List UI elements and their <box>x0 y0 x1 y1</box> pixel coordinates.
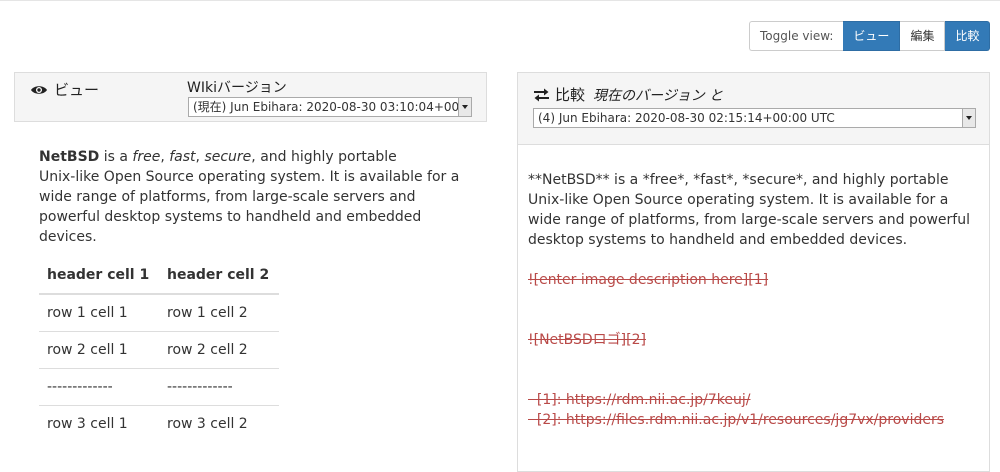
swap-arrows-icon <box>533 88 550 102</box>
para-line: Unix-like Open Source operating system. … <box>39 169 460 185</box>
table-row: row 1 cell 1 row 1 cell 2 <box>39 293 279 331</box>
compare-panel-header: 比較 現在のバージョン と (4) Jun Ebihara: 2020-08-3… <box>518 73 989 145</box>
diff-line: Unix-like Open Source operating system. … <box>528 192 949 208</box>
table-cell: row 1 cell 2 <box>159 293 279 331</box>
para-line: devices. <box>39 229 97 245</box>
content-table: header cell 1 header cell 2 row 1 cell 1… <box>39 256 279 442</box>
netbsd-strong: NetBSD <box>39 149 100 165</box>
diff-deleted-line: [2]: https://files.rdm.nii.ac.jp/v1/reso… <box>528 412 945 428</box>
diff-line: desktop systems to handheld and embedded… <box>528 232 908 248</box>
compare-version-select[interactable]: (4) Jun Ebihara: 2020-08-30 02:15:14+00:… <box>533 108 976 128</box>
toggle-view-group: Toggle view: ビュー 編集 比較 <box>749 21 991 51</box>
edit-toggle-button[interactable]: 編集 <box>900 21 946 51</box>
view-title-text: ビュー <box>54 81 100 99</box>
para-em-fast: fast <box>169 149 196 165</box>
view-panel-title: ビュー <box>30 79 99 100</box>
table-cell: ------------- <box>159 367 279 405</box>
compare-toggle-button[interactable]: 比較 <box>945 21 991 51</box>
eye-icon <box>30 84 48 96</box>
wiki-version-select[interactable]: (現在) Jun Ebihara: 2020-08-30 03:10:04+00… <box>188 97 472 117</box>
diff-deleted-line: [1]: https://rdm.nii.ac.jp/7keuj/ <box>528 392 751 408</box>
wiki-version-selected: (現在) Jun Ebihara: 2020-08-30 03:10:04+00… <box>193 100 472 114</box>
top-divider <box>0 0 1000 1</box>
table-header-row: header cell 1 header cell 2 <box>39 256 279 295</box>
table-header-cell: header cell 1 <box>39 256 159 295</box>
table-row: ------------- ------------- <box>39 367 279 405</box>
table-cell: row 2 cell 2 <box>159 330 279 368</box>
diff-deleted-line: ![enter image description here][1] <box>528 272 769 288</box>
table-cell: row 2 cell 1 <box>39 330 159 368</box>
table-cell: ------------- <box>39 367 159 405</box>
compare-version-selected: (4) Jun Ebihara: 2020-08-30 02:15:14+00:… <box>538 111 835 125</box>
compare-content: **NetBSD** is a *free*, *fast*, *secure*… <box>528 170 988 250</box>
table-cell: row 1 cell 1 <box>39 293 159 331</box>
table-row: row 2 cell 1 row 2 cell 2 <box>39 330 279 368</box>
toggle-view-label: Toggle view: <box>749 21 844 51</box>
para-text: , <box>160 149 170 165</box>
para-line: wide range of platforms, from large-scal… <box>39 189 416 205</box>
table-header-cell: header cell 2 <box>159 256 279 295</box>
wiki-version-label: WIkiバージョン <box>187 80 287 96</box>
view-content-paragraph: NetBSD is a free, fast, secure, and high… <box>39 147 479 247</box>
para-em-secure: secure <box>204 149 252 165</box>
compare-subtitle: 現在のバージョン と <box>593 87 724 104</box>
para-em-free: free <box>132 149 161 165</box>
para-text: is a <box>99 149 133 165</box>
chevron-down-icon <box>962 109 975 127</box>
para-line: powerful desktop systems to handheld and… <box>39 209 422 225</box>
view-toggle-button[interactable]: ビュー <box>843 21 901 51</box>
para-text: , and highly portable <box>251 149 397 165</box>
diff-line: **NetBSD** is a *free*, *fast*, *secure*… <box>528 172 949 188</box>
view-panel-header: ビュー WIkiバージョン (現在) Jun Ebihara: 2020-08-… <box>14 72 487 122</box>
diff-line: wide range of platforms, from large-scal… <box>528 212 970 228</box>
compare-panel-title: 比較 現在のバージョン と <box>533 84 723 105</box>
chevron-down-icon <box>458 98 471 116</box>
compare-title-text: 比較 <box>555 86 586 104</box>
diff-deleted-line: ![NetBSDロゴ][2] <box>528 332 646 348</box>
